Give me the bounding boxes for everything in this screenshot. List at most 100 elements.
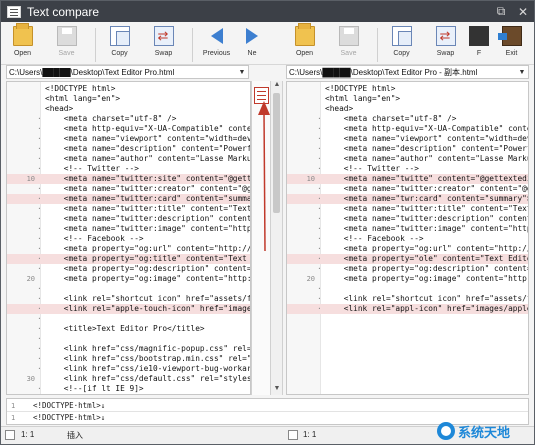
code-line[interactable]: <html lang="en"> xyxy=(287,94,528,104)
code-line[interactable]: · <!--[if lt IE 9]> xyxy=(7,384,250,394)
line-text: <meta property="og:image" content="http:… xyxy=(45,274,251,283)
code-line[interactable]: · <meta charset="utf-8" /> xyxy=(7,114,250,124)
next-button[interactable]: Ne xyxy=(245,26,259,64)
code-line[interactable]: · <!-- Facebook --> xyxy=(287,234,528,244)
partial-button[interactable]: F xyxy=(469,26,489,64)
exit-button[interactable]: Exit xyxy=(496,26,527,64)
right-copy-button[interactable]: Copy xyxy=(386,26,417,64)
left-swap-button[interactable]: Swap xyxy=(148,26,179,64)
code-line[interactable]: · <meta name="twitter:creator" content="… xyxy=(287,184,528,194)
restore-button[interactable]: ⧉ xyxy=(490,4,512,19)
code-line[interactable]: 30 <link href="css/default.css" rel="sty… xyxy=(7,374,250,384)
code-line[interactable]: <head> xyxy=(287,104,528,114)
code-line[interactable]: · <meta name="description" content="Powe… xyxy=(287,144,528,154)
code-line[interactable]: · <meta property="og:title" content="Tex… xyxy=(7,254,250,264)
code-line[interactable]: 10 <meta name="twitter:site" content="@g… xyxy=(7,174,250,184)
title-bar[interactable]: Text compare ⧉ ✕ xyxy=(1,1,534,22)
code-line[interactable]: · <meta name="twitter:description" conte… xyxy=(7,214,250,224)
code-line[interactable]: · <meta name="twitter:image" content="ht… xyxy=(287,224,528,234)
code-line[interactable]: · <meta name="author" content="Lasse Mar… xyxy=(7,154,250,164)
line-text: <meta property="og:description" content=… xyxy=(325,264,529,273)
line-marker: · xyxy=(317,294,322,303)
left-copy-label: Copy xyxy=(111,50,128,57)
code-line[interactable]: · <meta property="og:url" content="http:… xyxy=(287,244,528,254)
line-text: <!DOCTYPE html> xyxy=(325,84,396,93)
chevron-down-icon[interactable]: ▼ xyxy=(516,69,528,76)
code-line[interactable]: · <meta charset="utf-8" /> xyxy=(287,114,528,124)
code-line[interactable]: · <meta name="twitter:creator" content="… xyxy=(7,184,250,194)
code-line[interactable]: · <meta name="twitter:title" content="Te… xyxy=(287,204,528,214)
code-line[interactable]: <!DOCTYPE html> xyxy=(7,84,250,94)
code-line[interactable]: · <meta name="twitter:card" content="sum… xyxy=(7,194,250,204)
code-line[interactable]: · <link href="css/magnific-popup.css" re… xyxy=(7,344,250,354)
code-line[interactable]: · <!-- Twitter --> xyxy=(287,164,528,174)
code-line[interactable]: · <link href="css/bootstrap.min.css" rel… xyxy=(7,354,250,364)
code-line[interactable]: · <link rel="shortcut icon" href="assets… xyxy=(7,294,250,304)
right-path-select[interactable]: C:\Users\█████\Desktop\Text Editor Pro -… xyxy=(286,65,529,79)
previous-button[interactable]: Previous xyxy=(201,26,232,64)
code-line[interactable]: · <link rel="shortcut icon" href="assets… xyxy=(287,294,528,304)
left-save-button[interactable]: Save xyxy=(51,26,82,64)
line-marker: · xyxy=(317,264,322,273)
code-line[interactable]: · <meta name="twitter:description" conte… xyxy=(287,214,528,224)
line-marker: · xyxy=(317,144,322,153)
line-text: <meta http-equiv="X-UA-Compatible" conte… xyxy=(45,124,251,133)
code-line[interactable]: · xyxy=(287,284,528,294)
detail-line[interactable]: 1 <!DOCTYPE·html>↓ xyxy=(7,400,528,412)
code-line[interactable]: · <title>Text Editor Pro</title> xyxy=(7,324,250,334)
code-line[interactable]: · <meta name="twitter:image" content="ht… xyxy=(7,224,250,234)
code-line[interactable]: · <meta name="description" content="Powe… xyxy=(7,144,250,154)
line-text: <meta name="twitter:title" content="Text xyxy=(325,204,529,213)
line-number: 20 xyxy=(306,275,315,283)
close-button[interactable]: ✕ xyxy=(512,5,534,19)
code-line[interactable]: · xyxy=(7,314,250,324)
line-text: <meta property="og:url" content="http://… xyxy=(325,244,529,253)
code-line[interactable]: · xyxy=(7,284,250,294)
code-line[interactable]: · <link href="css/ie10-viewport-bug-work… xyxy=(7,364,250,374)
code-line[interactable]: · <meta property="og:description" conten… xyxy=(7,264,250,274)
document-icon xyxy=(5,430,15,440)
window-title: Text compare xyxy=(27,4,100,19)
code-line[interactable]: · <meta name="viewport" content="width=d… xyxy=(287,134,528,144)
scroll-up-icon[interactable]: ▲ xyxy=(271,81,283,91)
code-line[interactable]: 20 <meta property="og:image" content="ht… xyxy=(287,274,528,284)
line-text: <meta property="og:title" content="Text … xyxy=(45,254,251,263)
code-line[interactable]: · <!-- Facebook --> xyxy=(7,234,250,244)
code-line[interactable]: · <meta http-equiv="X-UA-Compatible" con… xyxy=(7,124,250,134)
code-line[interactable]: · xyxy=(7,334,250,344)
line-marker: · xyxy=(37,354,42,363)
left-save-label: Save xyxy=(58,50,75,57)
code-line[interactable]: · <meta property="og:description" conten… xyxy=(287,264,528,274)
scroll-down-icon[interactable]: ▼ xyxy=(271,385,283,395)
line-marker: · xyxy=(37,134,42,143)
code-line[interactable]: · <meta property="og:url" content="http:… xyxy=(7,244,250,254)
right-swap-button[interactable]: Swap xyxy=(430,26,461,64)
code-line[interactable]: <head> xyxy=(7,104,250,114)
left-open-button[interactable]: Open xyxy=(7,23,38,64)
code-line[interactable]: · <meta http-equiv="X-UA-Compatible" con… xyxy=(287,124,528,134)
line-text: <meta property="ole" content="Text Edito… xyxy=(325,254,529,263)
code-line[interactable]: · <meta name="twr:card" content="summary… xyxy=(287,194,528,204)
code-line[interactable]: 20 <meta property="og:image" content="ht… xyxy=(7,274,250,284)
code-line[interactable]: · <!-- Twitter --> xyxy=(7,164,250,174)
right-open-button[interactable]: Open xyxy=(289,23,320,64)
code-line[interactable]: · <meta name="author" content="Lasse Mar… xyxy=(287,154,528,164)
code-line[interactable]: <!DOCTYPE html> xyxy=(287,84,528,94)
code-line[interactable]: <html lang="en"> xyxy=(7,94,250,104)
code-line[interactable]: 10 <meta name="twitte" content="@gettext… xyxy=(287,174,528,184)
code-line[interactable]: · <meta property="ole" content="Text Edi… xyxy=(287,254,528,264)
code-line[interactable]: · <meta name="viewport" content="width=d… xyxy=(7,134,250,144)
right-editor-pane[interactable]: <!DOCTYPE html> <html lang="en"> <head> · <… xyxy=(286,81,529,395)
swap-icon xyxy=(153,26,174,46)
code-line[interactable]: · <meta name="twitter:title" content="Te… xyxy=(7,204,250,214)
left-editor-pane[interactable]: <!DOCTYPE html> <html lang="en"> <head> · <… xyxy=(6,81,251,395)
chevron-down-icon[interactable]: ▼ xyxy=(236,69,248,76)
right-save-button[interactable]: Save xyxy=(333,26,364,64)
line-text: <html lang="en"> xyxy=(45,94,121,103)
code-line[interactable]: · <link rel="appl-icon" href="images/app… xyxy=(287,304,528,314)
line-marker: · xyxy=(317,204,322,213)
left-copy-button[interactable]: Copy xyxy=(104,26,135,64)
left-path-select[interactable]: C:\Users\█████\Desktop\Text Editor Pro.h… xyxy=(6,65,249,79)
open-folder-icon xyxy=(12,23,33,46)
code-line[interactable]: · <link rel="apple-touch-icon" href="ima… xyxy=(7,304,250,314)
